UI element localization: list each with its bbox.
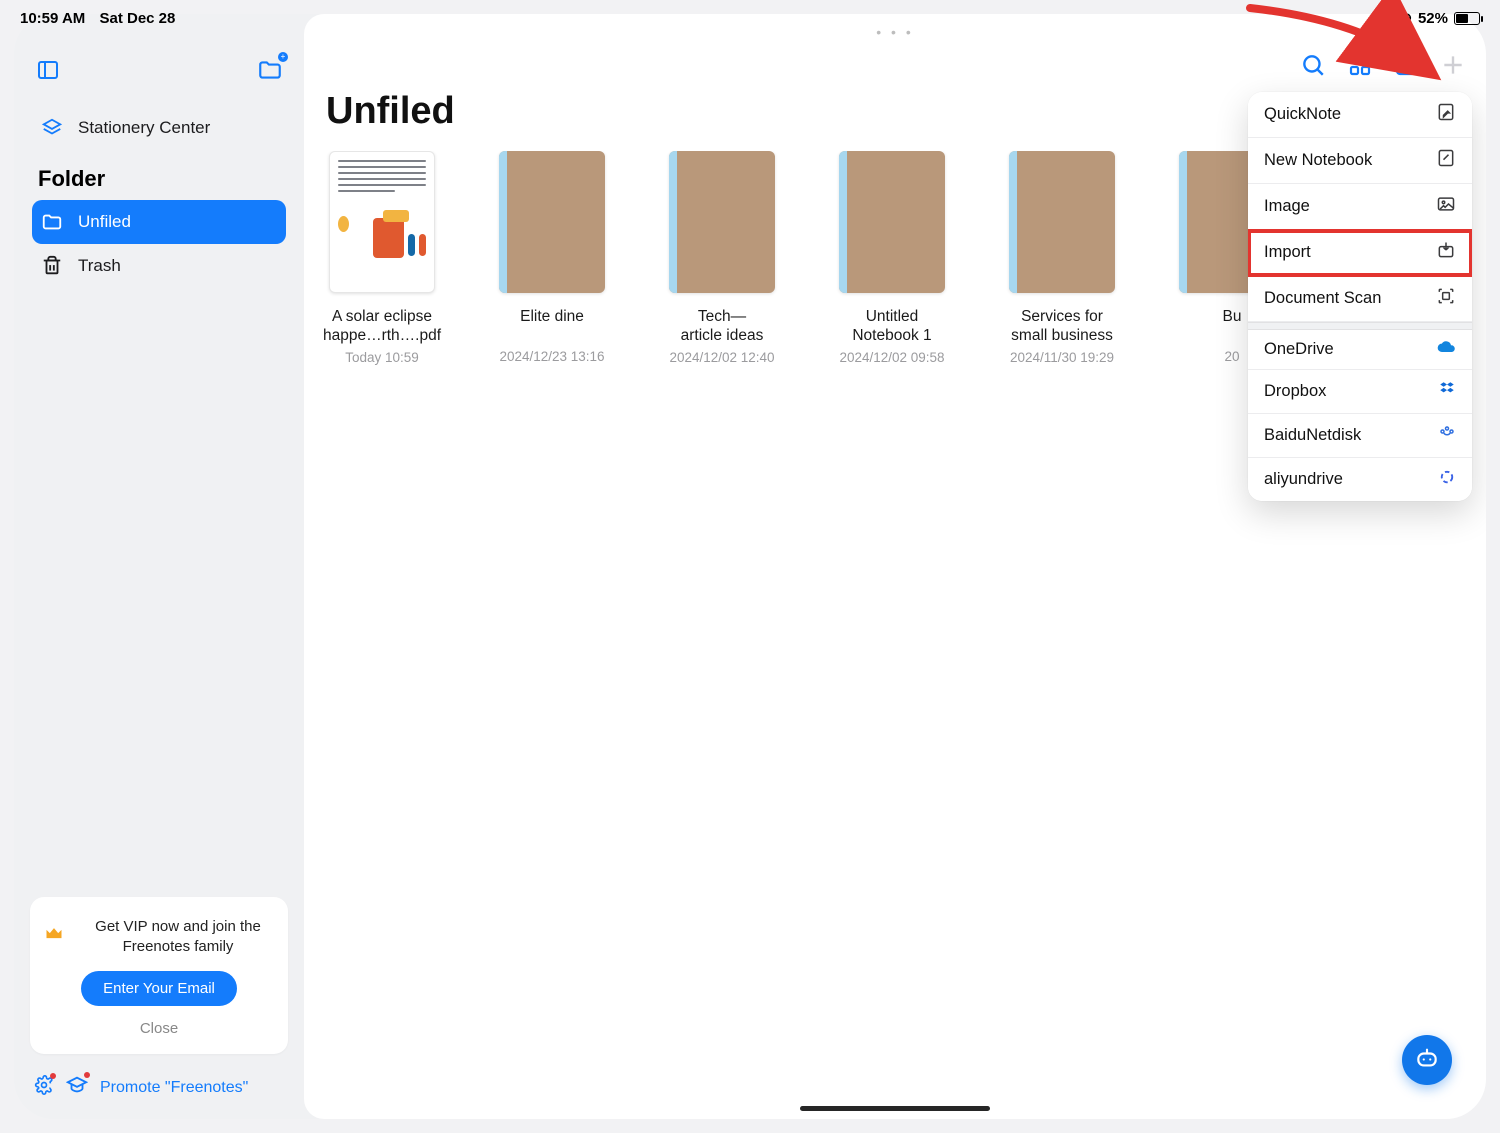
aliyun-icon [1438,468,1456,491]
promote-link[interactable]: Promote "Freenotes" [100,1079,248,1097]
wifi-icon [1377,11,1395,25]
new-folder-icon[interactable]: + [254,54,286,86]
notebook-date: 2024/12/23 13:16 [484,349,620,364]
notebook-date: 2024/12/02 12:40 [654,350,790,365]
dropdown-label: QuickNote [1264,105,1341,124]
layers-icon [40,116,64,140]
orientation-lock-icon: ⊕ [1401,10,1412,26]
grid-view-icon[interactable] [1348,53,1372,82]
dropdown-label: aliyundrive [1264,470,1343,489]
notebook-thumb [1009,151,1115,293]
folder-icon [40,210,64,234]
promo-close-button[interactable]: Close [140,1020,178,1037]
settings-icon[interactable] [34,1075,54,1100]
dropdown-label: Dropbox [1264,382,1326,401]
notebook-icon [1436,148,1456,173]
dropdown-separator [1248,322,1472,330]
stationery-label: Stationery Center [78,118,210,138]
notebook-title: Elite dine [484,307,620,345]
sidebar-item-label: Unfiled [78,212,131,232]
compose-icon[interactable] [1394,53,1418,82]
dropdown-label: OneDrive [1264,340,1334,359]
sidebar-toggle-icon[interactable] [32,54,64,86]
graduation-icon[interactable] [66,1074,88,1101]
dropbox-icon [1438,380,1456,403]
home-indicator [800,1106,990,1111]
notebook-title: UntitledNotebook 1 [824,307,960,346]
sidebar-item-trash[interactable]: Trash [32,244,286,288]
dropdown-label: Import [1264,243,1311,262]
main-pane: • • • Unfiled A solar e [304,14,1486,1119]
chat-fab[interactable] [1402,1035,1452,1085]
dropdown-item-baidu[interactable]: BaiduNetdisk [1248,414,1472,458]
dropdown-item-image[interactable]: Image [1248,184,1472,230]
dropdown-label: BaiduNetdisk [1264,426,1361,445]
notebook-date: 2024/12/02 09:58 [824,350,960,365]
dropdown-label: Image [1264,197,1310,216]
onedrive-icon [1436,340,1456,359]
dropdown-item-onedrive[interactable]: OneDrive [1248,330,1472,370]
notebook-thumb [669,151,775,293]
image-icon [1436,194,1456,219]
dropdown-label: Document Scan [1264,289,1381,308]
notebook-card[interactable]: UntitledNotebook 1 2024/12/02 09:58 [824,151,960,365]
sidebar-item-unfiled[interactable]: Unfiled [32,200,286,244]
status-bar: 10:59 AM Sat Dec 28 ⊕ 52% [0,0,1500,36]
sidebar-item-label: Trash [78,256,121,276]
promo-text: Get VIP now and join the Freenotes famil… [82,917,274,958]
battery-icon [1454,12,1480,25]
stationery-center-row[interactable]: Stationery Center [32,106,286,150]
status-date: Sat Dec 28 [99,10,175,27]
notebook-card[interactable]: Services forsmall business 2024/11/30 19:… [994,151,1130,365]
notebook-title: Services forsmall business [994,307,1130,346]
crown-icon [44,924,64,949]
vip-promo-card: Get VIP now and join the Freenotes famil… [30,897,288,1055]
dropdown-item-aliyun[interactable]: aliyundrive [1248,458,1472,501]
enter-email-button[interactable]: Enter Your Email [81,971,237,1006]
add-icon[interactable] [1440,52,1466,83]
scan-icon [1436,286,1456,311]
notebook-card[interactable]: A solar eclipse happe…rth….pdf Today 10:5… [314,151,450,365]
search-icon[interactable] [1300,52,1326,83]
baidu-icon [1438,424,1456,447]
dropdown-item-dropbox[interactable]: Dropbox [1248,370,1472,414]
status-time: 10:59 AM [20,10,85,27]
sidebar: + Stationery Center Folder Unfiled [14,14,304,1119]
dropdown-item-quicknote[interactable]: QuickNote [1248,92,1472,138]
notebook-card[interactable]: Elite dine 2024/12/23 13:16 [484,151,620,365]
notebook-date: Today 10:59 [314,350,450,365]
notebook-thumb [499,151,605,293]
dropdown-item-notebook[interactable]: New Notebook [1248,138,1472,184]
notebook-date: 2024/11/30 19:29 [994,350,1130,365]
notebook-thumb [839,151,945,293]
dropdown-label: New Notebook [1264,151,1372,170]
battery-pct: 52% [1418,10,1448,27]
notebook-card[interactable]: Tech—article ideas 2024/12/02 12:40 [654,151,790,365]
pdf-thumb [329,151,435,293]
add-dropdown: QuickNote New Notebook Image Import Document… [1248,92,1472,501]
dropdown-item-scan[interactable]: Document Scan [1248,276,1472,322]
quicknote-icon [1436,102,1456,127]
dropdown-item-import[interactable]: Import [1248,230,1472,276]
import-icon [1436,240,1456,265]
folder-section-title: Folder [14,150,304,200]
notebook-title: A solar eclipse happe…rth….pdf [314,307,450,346]
trash-icon [40,254,64,278]
notebook-title: Tech—article ideas [654,307,790,346]
